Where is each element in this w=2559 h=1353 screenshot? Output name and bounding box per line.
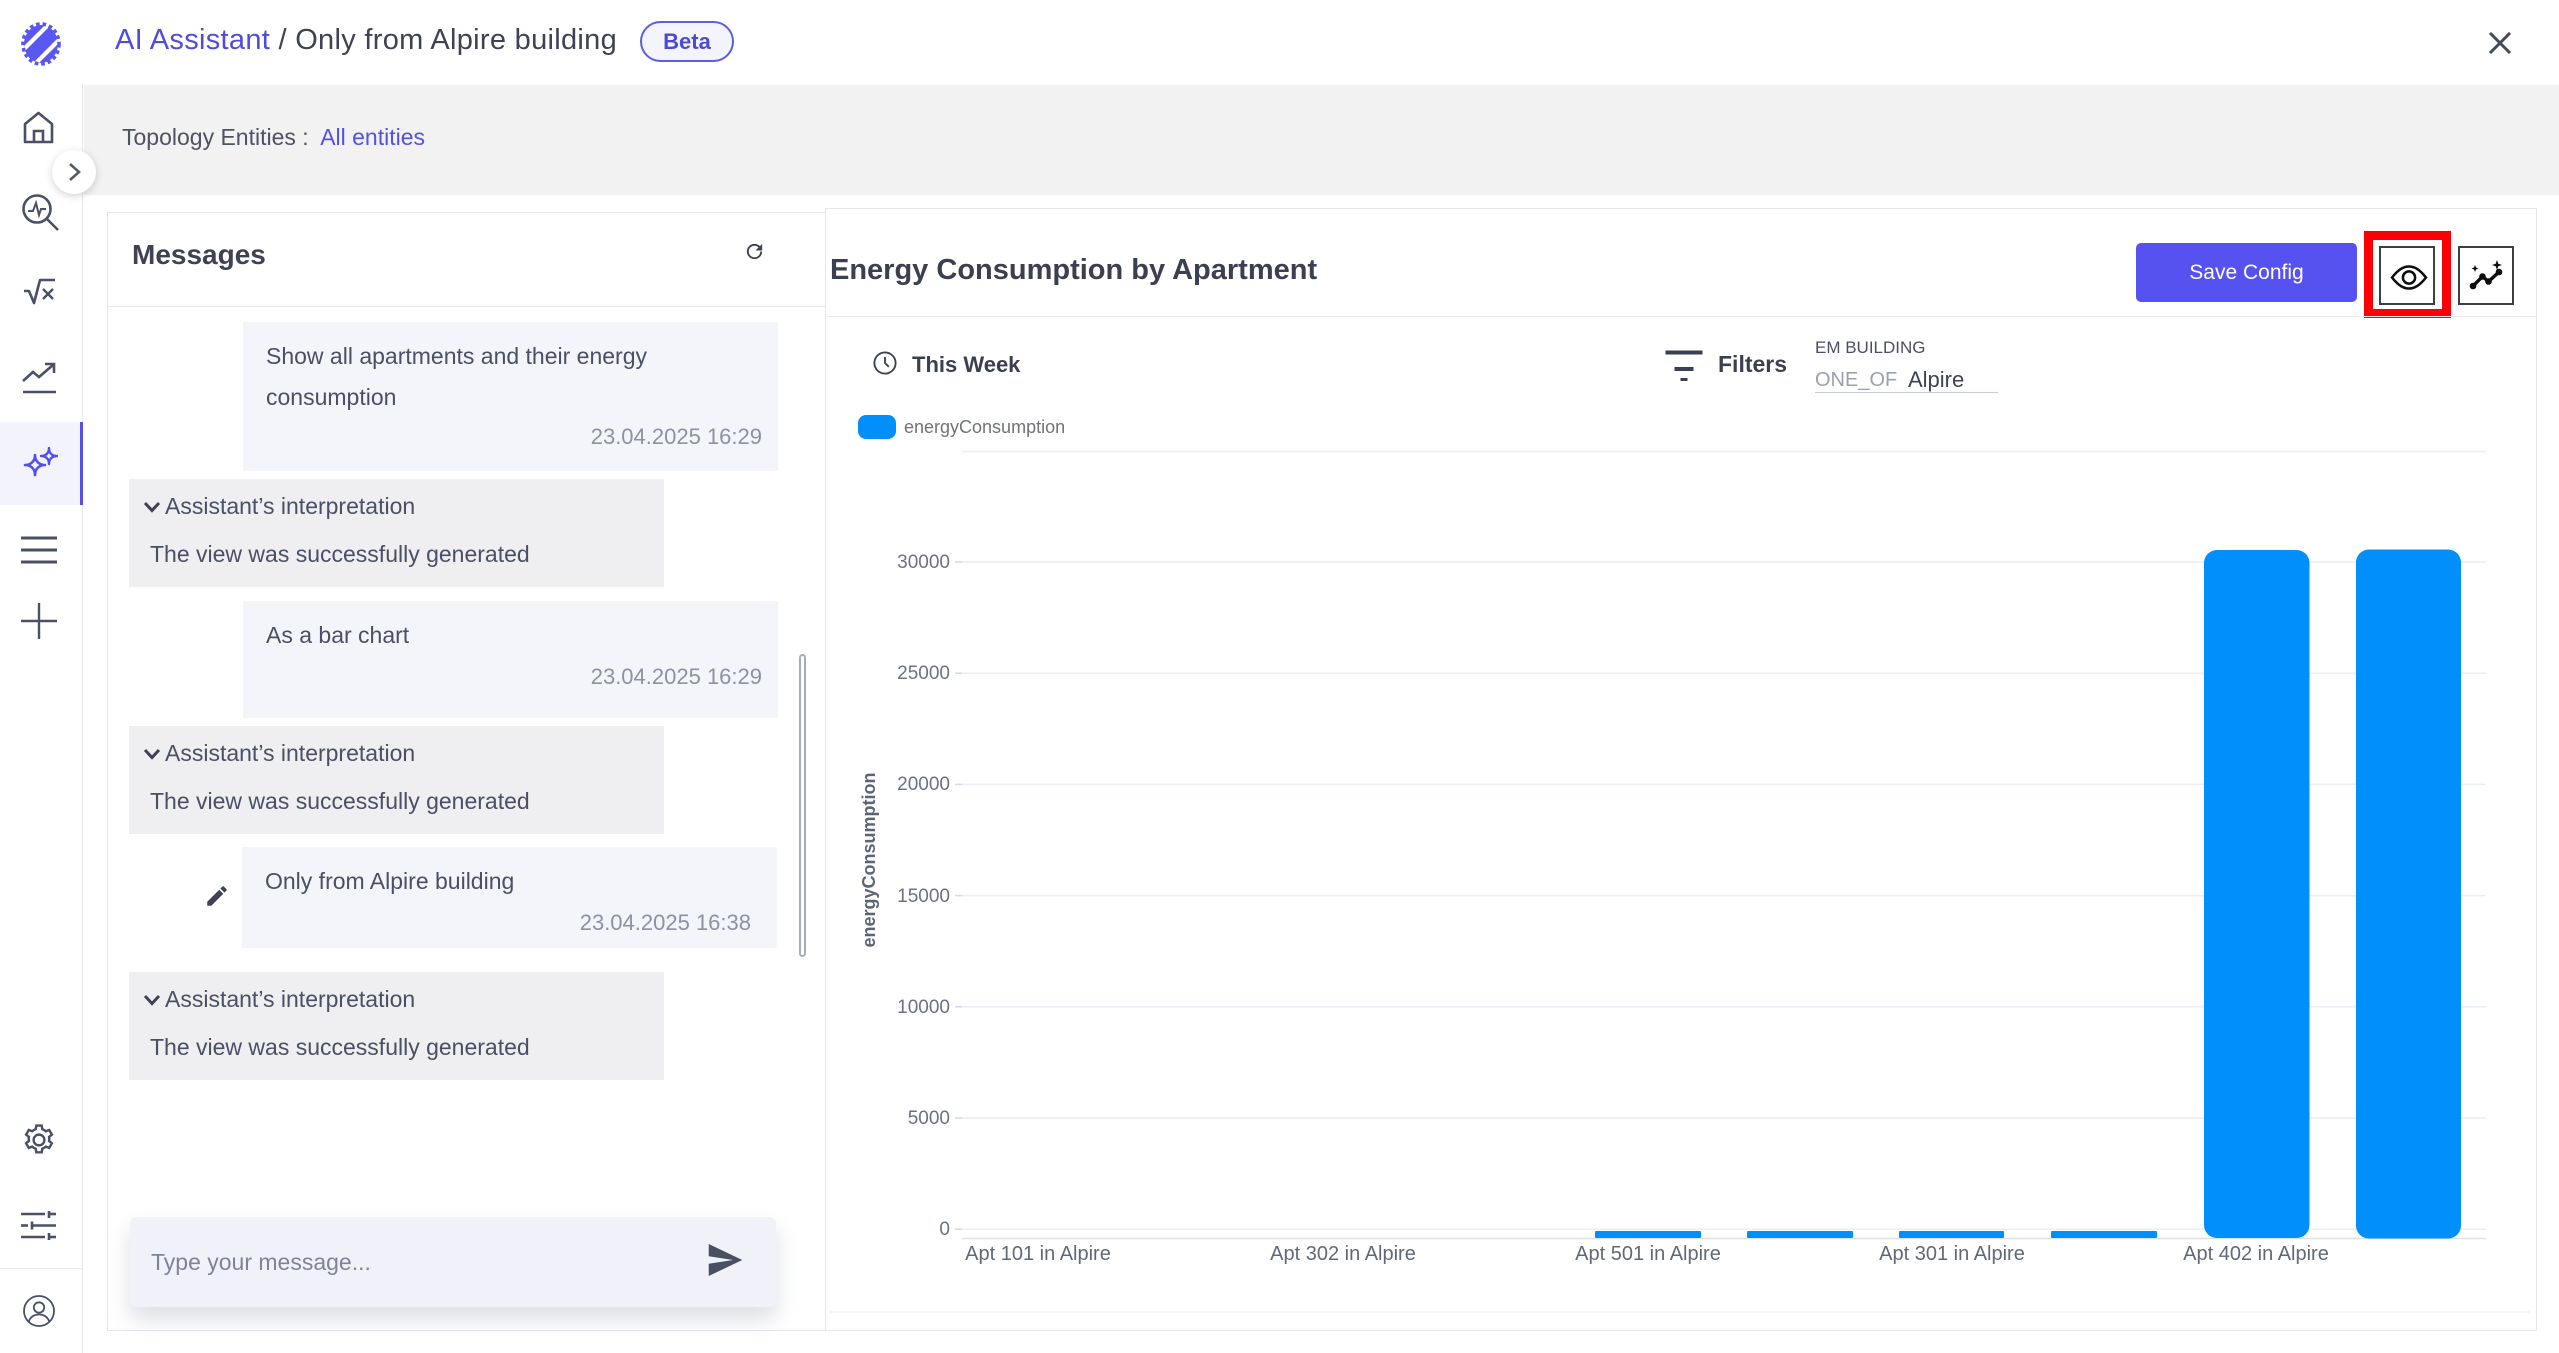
svg-text:25000: 25000 — [897, 663, 950, 684]
svg-text:5000: 5000 — [908, 1108, 950, 1129]
svg-text:Apt 301 in Alpire: Apt 301 in Alpire — [1879, 1243, 2025, 1265]
svg-text:15000: 15000 — [897, 886, 950, 907]
svg-text:Apt 501 in Alpire: Apt 501 in Alpire — [1575, 1243, 1721, 1265]
svg-text:20000: 20000 — [897, 774, 950, 795]
svg-text:energyConsumption: energyConsumption — [859, 772, 879, 947]
svg-text:0: 0 — [939, 1219, 950, 1240]
svg-text:30000: 30000 — [897, 552, 950, 573]
svg-text:10000: 10000 — [897, 997, 950, 1018]
svg-text:Apt 101 in Alpire: Apt 101 in Alpire — [965, 1243, 1111, 1265]
svg-text:Apt 402 in Alpire: Apt 402 in Alpire — [2183, 1243, 2329, 1265]
svg-text:Apt 302 in Alpire: Apt 302 in Alpire — [1270, 1243, 1416, 1265]
